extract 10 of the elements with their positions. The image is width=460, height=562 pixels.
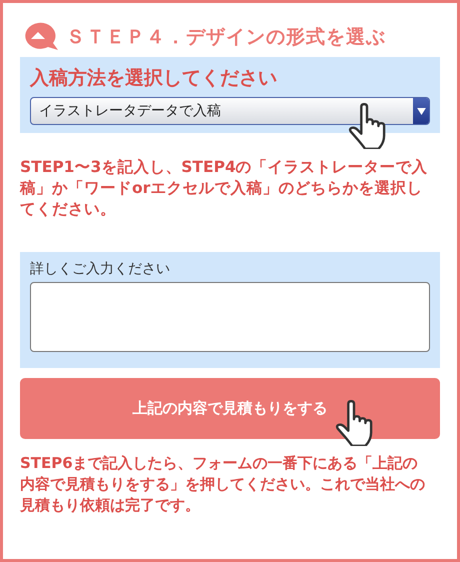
section-heading: ＳＴＥＰ４．デザインの形式を選ぶ bbox=[66, 25, 386, 50]
upload-method-dropdown[interactable]: イラストレータデータで入稿 bbox=[30, 97, 430, 125]
pointer-hand-icon bbox=[348, 103, 386, 149]
details-label: 詳しくご入力ください bbox=[30, 260, 171, 278]
select-label: 入稿方法を選択してください bbox=[30, 66, 278, 91]
dropdown-arrow-icon bbox=[416, 108, 426, 114]
instruction-text: STEP1〜3を記入し、STEP4の「イラストレーターで入稿」か「ワードorエクセルで入稿」のどちらかを選択してください。 bbox=[20, 157, 429, 220]
details-textarea[interactable] bbox=[30, 282, 430, 352]
completion-note: STEP6まで記入したら、フォームの一番下にある「上記の内容で見積もりをする」を押してください。これで当社への見積もり依頼は完了です。 bbox=[20, 453, 426, 516]
pointer-hand-icon bbox=[335, 400, 373, 446]
